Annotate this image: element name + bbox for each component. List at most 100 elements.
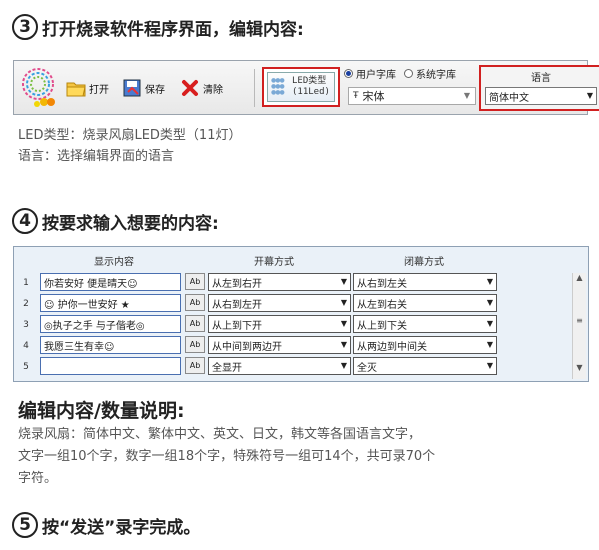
save-label: 保存 [145, 84, 165, 96]
table-row: 5 Ab 全显开 ▼ 全灭 ▼ [14, 357, 588, 378]
font-value: 宋体 [362, 90, 385, 103]
language-panel: 语言 简体中文 ▼ [479, 65, 599, 111]
grid-header: 显示内容 开幕方式 闭幕方式 [14, 247, 588, 271]
chevron-down-icon: ▼ [486, 298, 493, 307]
step-text: 按要求输入想要的内容: [42, 213, 219, 234]
folder-icon [66, 78, 86, 98]
language-value: 简体中文 [489, 92, 529, 104]
section-title: 编辑内容/数量说明: [18, 400, 185, 422]
step-number: 3 [12, 14, 38, 40]
step-text: 按“发送”录字完成。 [42, 517, 201, 538]
open-mode-value: 从上到下开 [212, 320, 262, 332]
chevron-down-icon: ▼ [486, 340, 493, 349]
table-row: 4 我愿三生有幸☺ Ab 从中间到两边开 ▼ 从两边到中间关 ▼ [14, 336, 588, 357]
led-type-label: LED类型 [292, 76, 327, 86]
led-type-count: (11Led) [292, 87, 330, 97]
edit-icon[interactable]: Ab [185, 294, 205, 311]
system-font-label: 系统字库 [416, 69, 456, 81]
section-line-3: 字符。 [18, 471, 58, 486]
open-mode-value: 从中间到两边开 [212, 341, 282, 353]
open-mode-value: 全显开 [212, 362, 242, 374]
table-row: 2 ☺ 护你一世安好 ★ Ab 从右到左开 ▼ 从左到右关 ▼ [14, 294, 588, 315]
close-mode-value: 从两边到中间关 [357, 341, 427, 353]
header-close-mode: 闭幕方式 [404, 257, 444, 268]
header-open-mode: 开幕方式 [254, 257, 294, 268]
open-label: 打开 [89, 84, 109, 96]
chevron-down-icon: ▼ [463, 91, 471, 100]
content-grid: 显示内容 开幕方式 闭幕方式 1 你若安好 便是晴天☺ Ab 从左到右开 ▼ 从… [13, 246, 589, 382]
section-line-1: 烧录风扇：简体中文、繁体中文、英文、日文，韩文等各国语言文字， [18, 427, 422, 442]
led-type-description: LED类型：烧录风扇LED类型（11灯） [18, 128, 242, 143]
close-mode-select[interactable]: 从右到左关 ▼ [353, 273, 497, 291]
save-icon [122, 78, 142, 98]
step-number: 5 [12, 512, 38, 538]
font-type-icon: Ŧ [353, 91, 359, 101]
clear-button[interactable]: 清除 [180, 77, 223, 99]
led-grid-icon: ●●● ●●● ●●● [271, 77, 285, 96]
open-mode-select[interactable]: 从左到右开 ▼ [208, 273, 351, 291]
chevron-down-icon: ▼ [340, 340, 347, 349]
row-number: 1 [23, 277, 29, 288]
open-button[interactable]: 打开 [66, 77, 109, 99]
table-row: 3 ◎执子之手 与子偕老◎ Ab 从上到下开 ▼ 从上到下关 ▼ [14, 315, 588, 336]
close-mode-select[interactable]: 全灭 ▼ [353, 357, 497, 375]
app-logo-icon [22, 68, 55, 107]
edit-icon[interactable]: Ab [185, 273, 205, 290]
language-select[interactable]: 简体中文 ▼ [485, 87, 597, 105]
content-input[interactable]: ◎执子之手 与子偕老◎ [40, 315, 181, 333]
font-select[interactable]: Ŧ 宋体 ▼ [348, 87, 476, 105]
chevron-down-icon: ▼ [586, 91, 593, 100]
content-input[interactable]: 我愿三生有幸☺ [40, 336, 181, 354]
row-number: 5 [23, 361, 29, 372]
toolbar-divider [254, 69, 255, 107]
edit-icon[interactable]: Ab [185, 315, 205, 332]
close-mode-value: 全灭 [357, 362, 377, 374]
row-number: 2 [23, 298, 29, 309]
content-input[interactable] [40, 357, 181, 375]
user-font-radio[interactable] [344, 68, 353, 78]
table-row: 1 你若安好 便是晴天☺ Ab 从左到右开 ▼ 从右到左关 ▼ [14, 273, 588, 294]
chevron-down-icon: ▼ [486, 361, 493, 370]
save-button[interactable]: 保存 [122, 77, 165, 99]
red-x-icon [180, 78, 200, 98]
close-mode-select[interactable]: 从两边到中间关 ▼ [353, 336, 497, 354]
edit-icon[interactable]: Ab [185, 336, 205, 353]
section-line-2: 文字一组10个字，数字一组18个字，特殊符号一组可14个，共可录70个 [18, 449, 436, 464]
software-toolbar: 打开 保存 清除 ●●● ●●● ●●● LED类型 (11Led) 用户字库 系统… [13, 60, 599, 115]
led-type-button[interactable]: ●●● ●●● ●●● LED类型 (11Led) [262, 67, 340, 107]
step-number: 4 [12, 208, 38, 234]
step-text: 打开烧录软件程序界面，编辑内容: [42, 19, 304, 40]
clear-label: 清除 [203, 84, 223, 96]
scroll-down-icon[interactable]: ▼ [573, 363, 586, 372]
vertical-scrollbar[interactable]: ▲ ≡ ▼ [572, 273, 586, 379]
open-mode-select[interactable]: 全显开 ▼ [208, 357, 351, 375]
row-number: 3 [23, 319, 29, 330]
scroll-grip-icon[interactable]: ≡ [573, 316, 586, 325]
language-description: 语言：选择编辑界面的语言 [18, 149, 175, 164]
font-library-panel: 用户字库 系统字库 Ŧ 宋体 ▼ [344, 65, 480, 111]
header-content: 显示内容 [94, 257, 134, 268]
open-mode-select[interactable]: 从中间到两边开 ▼ [208, 336, 351, 354]
chevron-down-icon: ▼ [486, 319, 493, 328]
close-mode-select[interactable]: 从上到下关 ▼ [353, 315, 497, 333]
system-font-radio[interactable] [404, 68, 413, 78]
chevron-down-icon: ▼ [340, 319, 347, 328]
step-5-heading: 5 按“发送”录字完成。 [12, 512, 200, 538]
step-3-heading: 3 打开烧录软件程序界面，编辑内容: [12, 14, 304, 40]
chevron-down-icon: ▼ [340, 298, 347, 307]
scroll-up-icon[interactable]: ▲ [573, 273, 586, 282]
chevron-down-icon: ▼ [340, 361, 347, 370]
user-font-label: 用户字库 [356, 69, 396, 81]
open-mode-select[interactable]: 从上到下开 ▼ [208, 315, 351, 333]
chevron-down-icon: ▼ [486, 277, 493, 286]
chevron-down-icon: ▼ [340, 277, 347, 286]
close-mode-value: 从左到右关 [357, 299, 407, 311]
open-mode-select[interactable]: 从右到左开 ▼ [208, 294, 351, 312]
open-mode-value: 从右到左开 [212, 299, 262, 311]
row-number: 4 [23, 340, 29, 351]
content-input[interactable]: ☺ 护你一世安好 ★ [40, 294, 181, 312]
content-input[interactable]: 你若安好 便是晴天☺ [40, 273, 181, 291]
close-mode-select[interactable]: 从左到右关 ▼ [353, 294, 497, 312]
close-mode-value: 从上到下关 [357, 320, 407, 332]
edit-icon[interactable]: Ab [185, 357, 205, 374]
